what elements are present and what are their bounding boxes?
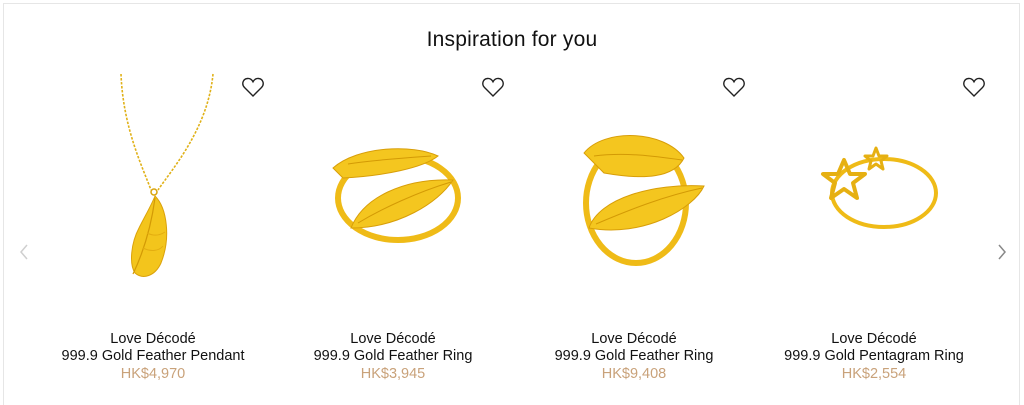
- product-name[interactable]: 999.9 Gold Feather Ring: [273, 348, 513, 364]
- heart-outline-icon: [963, 77, 985, 97]
- wishlist-button[interactable]: [481, 76, 505, 98]
- wishlist-button[interactable]: [962, 76, 986, 98]
- product-brand: Love Décodé: [110, 331, 196, 347]
- product-price: HK$9,408: [601, 366, 667, 382]
- product-brand: Love Décodé: [831, 331, 917, 347]
- product-card[interactable]: Love Décodé 999.9 Gold Feather Ring HK$9…: [514, 68, 754, 398]
- wishlist-button[interactable]: [722, 76, 746, 98]
- product-card[interactable]: Love Décodé 999.9 Gold Feather Ring HK$3…: [273, 68, 513, 398]
- section-title: Inspiration for you: [426, 28, 598, 51]
- product-price: HK$2,554: [841, 366, 907, 382]
- carousel-next-button[interactable]: [992, 240, 1012, 264]
- product-price: HK$3,945: [360, 366, 426, 382]
- heart-outline-icon: [482, 77, 504, 97]
- product-card[interactable]: Love Décodé 999.9 Gold Feather Pendant H…: [33, 68, 273, 398]
- chevron-left-icon: [20, 244, 28, 260]
- product-name[interactable]: 999.9 Gold Feather Ring: [514, 348, 754, 364]
- product-image[interactable]: [544, 68, 724, 298]
- product-card[interactable]: Love Décodé 999.9 Gold Pentagram Ring HK…: [754, 68, 994, 398]
- product-name[interactable]: 999.9 Gold Pentagram Ring: [754, 348, 994, 364]
- product-price: HK$4,970: [120, 366, 186, 382]
- product-brand: Love Décodé: [591, 331, 677, 347]
- product-name[interactable]: 999.9 Gold Feather Pendant: [33, 348, 273, 364]
- wishlist-button[interactable]: [241, 76, 265, 98]
- heart-outline-icon: [242, 77, 264, 97]
- carousel-prev-button[interactable]: [14, 240, 34, 264]
- product-image[interactable]: [784, 68, 964, 298]
- product-image[interactable]: [63, 68, 243, 298]
- product-image[interactable]: [303, 68, 483, 298]
- heart-outline-icon: [723, 77, 745, 97]
- product-brand: Love Décodé: [350, 331, 436, 347]
- chevron-right-icon: [998, 244, 1006, 260]
